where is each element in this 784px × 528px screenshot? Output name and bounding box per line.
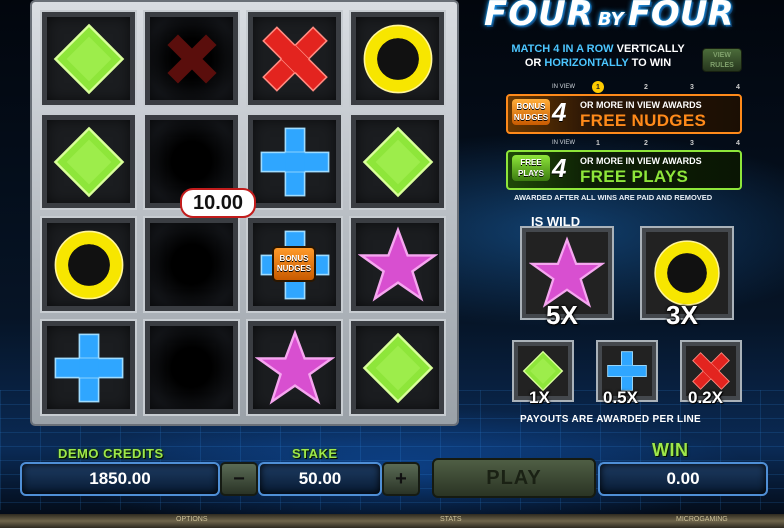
- x-symbol-icon: [145, 12, 238, 105]
- reel-cell: [40, 113, 137, 210]
- nudges-icon-line2: NUDGES: [513, 113, 549, 122]
- in-view-dot-5: 1: [596, 139, 600, 147]
- reel-cell: [246, 113, 343, 210]
- match-instructions: MATCH 4 IN A ROW VERTICALLY OR HORIZONTA…: [488, 42, 708, 70]
- awarded-note: AWARDED AFTER ALL WINS ARE PAID AND REMO…: [514, 193, 713, 202]
- reel-cell: [349, 216, 446, 313]
- reel-cell: [143, 319, 240, 416]
- in-view-dot-2: 2: [644, 83, 648, 91]
- in-view-dot-6: 2: [644, 139, 648, 147]
- play-button[interactable]: PLAY: [432, 458, 596, 498]
- win-value: 0.00: [598, 462, 768, 496]
- ring-symbol-icon: [351, 12, 444, 105]
- ring-symbol-icon: [42, 218, 135, 311]
- reel-cell: [40, 319, 137, 416]
- plays-count: 4: [552, 153, 567, 183]
- options-link[interactable]: OPTIONS: [176, 516, 208, 523]
- nudges-small-text: OR MORE IN VIEW AWARDS: [580, 100, 702, 110]
- match-text-1: VERTICALLY: [616, 43, 685, 55]
- free-plays-award: FREE PLAYS 4 OR MORE IN VIEW AWARDS FREE …: [506, 150, 742, 190]
- win-label: WIN: [652, 440, 689, 460]
- diamond-multiplier: 1X: [529, 388, 550, 407]
- nudges-big-text: FREE NUDGES: [580, 111, 707, 130]
- diamond-symbol-icon: [42, 115, 135, 208]
- reel-cell: BONUS NUDGES: [246, 216, 343, 313]
- reel-cell: [349, 113, 446, 210]
- stake-label: STAKE: [292, 446, 338, 461]
- logo-part1: FOUR: [484, 0, 594, 34]
- x-symbol-icon: [248, 12, 341, 105]
- bonus-tag-line1: BONUS: [279, 254, 309, 263]
- star-symbol-icon: [248, 321, 341, 414]
- reel-cell: [349, 319, 446, 416]
- diamond-symbol-icon: [351, 115, 444, 208]
- payouts-per-line-note: PAYOUTS ARE AWARDED PER LINE: [520, 414, 702, 425]
- diamond-symbol-icon: [351, 321, 444, 414]
- star-multiplier: 5X: [546, 300, 578, 330]
- plays-big-text: FREE PLAYS: [580, 167, 689, 186]
- match-text-2b: TO WIN: [631, 57, 672, 69]
- reel-cell: [40, 10, 137, 107]
- in-view-dot-4: 4: [736, 83, 740, 91]
- stats-link[interactable]: STATS: [440, 516, 462, 523]
- bonus-tag-line2: NUDGES: [276, 264, 312, 273]
- reel-cell: [40, 216, 137, 313]
- free-plays-icon: FREE PLAYS: [512, 155, 550, 181]
- brand-label: MICROGAMING: [676, 516, 728, 523]
- line-win-amount: 10.00: [180, 188, 256, 218]
- match-text-2a: OR: [524, 57, 542, 69]
- status-bar: OPTIONS STATS MICROGAMING: [0, 514, 784, 528]
- stake-increase-button[interactable]: +: [382, 462, 420, 496]
- reel-cell: [246, 319, 343, 416]
- plays-icon-line1: FREE: [520, 158, 542, 167]
- free-nudges-award: BONUS NUDGES 4 OR MORE IN VIEW AWARDS FRE…: [506, 94, 742, 134]
- logo-part3: FOUR: [627, 0, 734, 34]
- x-multiplier: 0.2X: [688, 388, 723, 407]
- in-view-dot-3: 3: [690, 83, 694, 91]
- match-highlight-2: HORIZONTALLY: [544, 57, 629, 69]
- logo-part2: BY: [597, 9, 624, 30]
- diamond-symbol-icon: [42, 12, 135, 105]
- credits-label: DEMO CREDITS: [58, 446, 164, 461]
- plays-icon-line2: PLAYS: [518, 169, 544, 178]
- plus-multiplier: 0.5X: [603, 388, 638, 407]
- view-rules-button[interactable]: VIEW RULES: [702, 48, 742, 72]
- game-logo: FOUR BY FOUR: [484, 0, 734, 34]
- match-highlight-1: MATCH 4 IN A ROW: [511, 43, 614, 55]
- reel-cell: [143, 216, 240, 313]
- ring-multiplier: 3X: [666, 300, 698, 330]
- in-view-dot-8: 4: [736, 139, 740, 147]
- reel-cell: [143, 10, 240, 107]
- plus-symbol-icon: [42, 321, 135, 414]
- stake-value: 50.00: [258, 462, 382, 496]
- stake-decrease-button[interactable]: −: [220, 462, 258, 496]
- in-view-label-2: IN VIEW: [552, 140, 576, 146]
- nudges-icon-line1: BONUS: [516, 102, 546, 111]
- bonus-nudges-icon: BONUS NUDGES: [512, 99, 550, 125]
- plays-small-text: OR MORE IN VIEW AWARDS: [580, 156, 702, 166]
- reel-cell: [349, 10, 446, 107]
- plus-symbol-icon: [248, 115, 341, 208]
- credits-value: 1850.00: [20, 462, 220, 496]
- in-view-dot-1: 1: [592, 81, 604, 93]
- in-view-dot-7: 3: [690, 139, 694, 147]
- reel-cell: [246, 10, 343, 107]
- in-view-label-1: IN VIEW: [552, 84, 576, 90]
- star-symbol-icon: [351, 218, 444, 311]
- bonus-nudges-icon: BONUS NUDGES: [272, 246, 316, 282]
- nudges-count: 4: [552, 97, 567, 127]
